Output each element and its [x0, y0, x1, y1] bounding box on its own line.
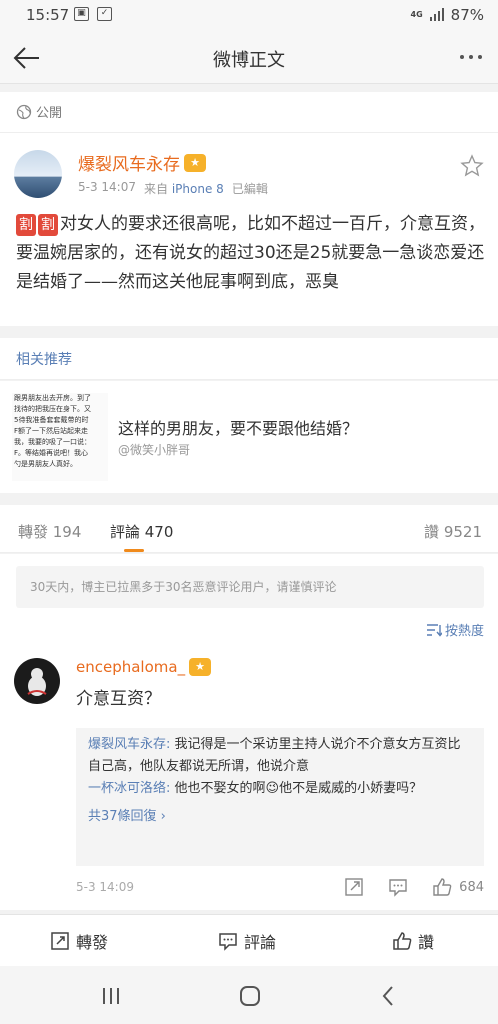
top-nav-bar: 微博正文 [0, 32, 498, 84]
commenter-avatar-image [27, 668, 47, 696]
sort-by-popularity-button[interactable]: 按熱度 [426, 620, 484, 639]
commenter-name[interactable]: encephaloma_ [76, 658, 185, 676]
post-text: 对女人的要求还很高呢，比如不超过一百斤，介意互资，要温婉居家的，还有说女的超过3… [16, 214, 485, 292]
source-prefix: 来自 [144, 182, 169, 196]
related-header: 相关推荐 [0, 338, 498, 380]
reply-author[interactable]: 一杯冰可洛络: [88, 781, 170, 796]
related-thumbnail: 跟男朋友出去开房。到了 找待的把我压在身下。又 5待我准备套套戴带的时 F额了一… [12, 393, 108, 481]
reply-icon[interactable] [387, 876, 409, 898]
system-back-icon[interactable] [376, 983, 402, 1009]
reply-item[interactable]: 一杯冰可洛络: 他也不娶女的啊😉他不是威威的小娇妻吗？ [88, 778, 472, 800]
related-header-label: 相关推荐 [16, 352, 72, 368]
sort-label[interactable]: 按熱度 [445, 620, 484, 639]
post-meta: 5-3 14:07 来自 iPhone 8 已編輯 [78, 180, 268, 197]
author-avatar[interactable] [14, 150, 62, 198]
post-action-bar: 轉發 評論 讚 [0, 914, 498, 966]
signal-icon [429, 8, 444, 21]
thumb-line: 5待我准备套套戴带的时 [14, 416, 89, 424]
share-icon[interactable] [343, 876, 365, 898]
active-tab-indicator [124, 549, 144, 552]
reply-author[interactable]: 爆裂风车永存: [88, 737, 170, 752]
visibility-indicator: 公開 [16, 102, 62, 121]
vip-badge-icon: ★ [189, 658, 212, 676]
repost-button[interactable]: 轉發 [50, 929, 108, 953]
comment-icon [219, 933, 237, 951]
status-time: 15:57 [26, 6, 70, 24]
reply-text: 他也不娶女的啊😉他不是威威的小娇妻吗？ [170, 781, 423, 796]
visibility-label: 公開 [36, 106, 63, 121]
replies-box[interactable]: 爆裂风车永存: 我记得是一个采访里主持人说介不介意女方互资比自己高，他队友都说无… [76, 728, 484, 866]
gallery-notification-icon: ▣ [74, 7, 89, 21]
like-button[interactable]: 讚 [392, 929, 434, 953]
comment-like-button[interactable]: 684 [431, 876, 484, 898]
thumb-line: 勺是男朋友人真好。 [14, 460, 77, 468]
comment-time: 5-3 14:09 [76, 880, 134, 894]
thumb-line: F。等结婚再说吧！我心 [14, 449, 89, 457]
author-name[interactable]: 爆裂风车永存 [78, 150, 180, 175]
commenter-name-row[interactable]: encephaloma_ ★ [76, 658, 212, 676]
page-title: 微博正文 [213, 50, 285, 71]
tab-likes[interactable]: 讚 9521 [424, 521, 482, 542]
post-card: 公開 爆裂风车永存 ★ 5-3 14:07 来自 iPhone 8 已編輯 割割… [0, 92, 498, 326]
status-bar: 15:57 ▣ ✓ 4G 87% [0, 0, 498, 32]
related-title[interactable]: 这样的男朋友，要不要跟他结婚？ [118, 415, 358, 439]
post-body: 割割对女人的要求还很高呢，比如不超过一百斤，介意互资，要温婉居家的，还有说女的超… [16, 210, 486, 297]
favorite-star-icon[interactable] [460, 154, 484, 178]
thumbs-up-icon[interactable] [431, 876, 453, 898]
battery-level: 87% [450, 6, 484, 24]
comments-section: 30天内，博主已拉黑多于30名恶意评论用户，请谨慎评论 按熱度 encephal… [0, 554, 498, 910]
comment-text: 介意互资？ [76, 689, 161, 709]
more-options-icon[interactable] [454, 44, 488, 70]
commenter-avatar[interactable] [14, 658, 60, 704]
edited-label[interactable]: 已編輯 [232, 180, 268, 197]
network-type: 4G [410, 10, 423, 19]
divider [0, 132, 498, 133]
comment-like-count: 684 [459, 879, 484, 895]
comment-button[interactable]: 評論 [218, 929, 276, 953]
globe-icon [16, 104, 32, 119]
sort-icon [426, 623, 442, 637]
like-label[interactable]: 讚 [418, 929, 434, 953]
post-tag: 割 [38, 214, 58, 236]
vip-badge-icon: ★ [184, 153, 206, 172]
related-recommendation-card[interactable]: 跟男朋友出去开房。到了 找待的把我压在身下。又 5待我准备套套戴带的时 F额了一… [0, 381, 498, 493]
check-notification-icon: ✓ [97, 7, 112, 21]
repost-icon [51, 932, 69, 950]
reply-item[interactable]: 爆裂风车永存: 我记得是一个采访里主持人说介不介意女方互资比自己高，他队友都说无… [88, 734, 472, 778]
thumb-line: 跟男朋友出去开房。到了 [14, 394, 91, 402]
comment-label[interactable]: 評論 [244, 929, 276, 953]
author-name-row[interactable]: 爆裂风车永存 ★ [78, 150, 206, 175]
post-date: 5-3 14:07 [78, 180, 136, 194]
tab-reposts[interactable]: 轉發 194 [18, 521, 81, 542]
tab-comments[interactable]: 評論 470 [110, 521, 173, 542]
related-user[interactable]: @微笑小胖哥 [118, 441, 190, 458]
comment-actions: 684 [343, 876, 484, 898]
post-tag: 割 [16, 214, 36, 236]
comment-notice: 30天内，博主已拉黑多于30名恶意评论用户，请谨慎评论 [16, 566, 484, 608]
thumb-line: 我，我要的吸了一口说： [14, 438, 91, 446]
thumb-line: F额了一下然后站起来走 [14, 427, 89, 435]
like-thumbs-up-icon [393, 932, 412, 950]
post-tabs: 轉發 194 評論 470 讚 9521 [0, 505, 498, 553]
recent-apps-icon[interactable] [98, 983, 124, 1009]
system-navigation-bar [0, 966, 498, 1024]
thumb-line: 找待的把我压在身下。又 [14, 405, 91, 413]
source-device[interactable]: iPhone 8 [172, 182, 224, 196]
repost-label[interactable]: 轉發 [76, 929, 108, 953]
home-icon[interactable] [237, 983, 263, 1009]
view-all-replies-link[interactable]: 共37條回復 › [88, 806, 472, 828]
